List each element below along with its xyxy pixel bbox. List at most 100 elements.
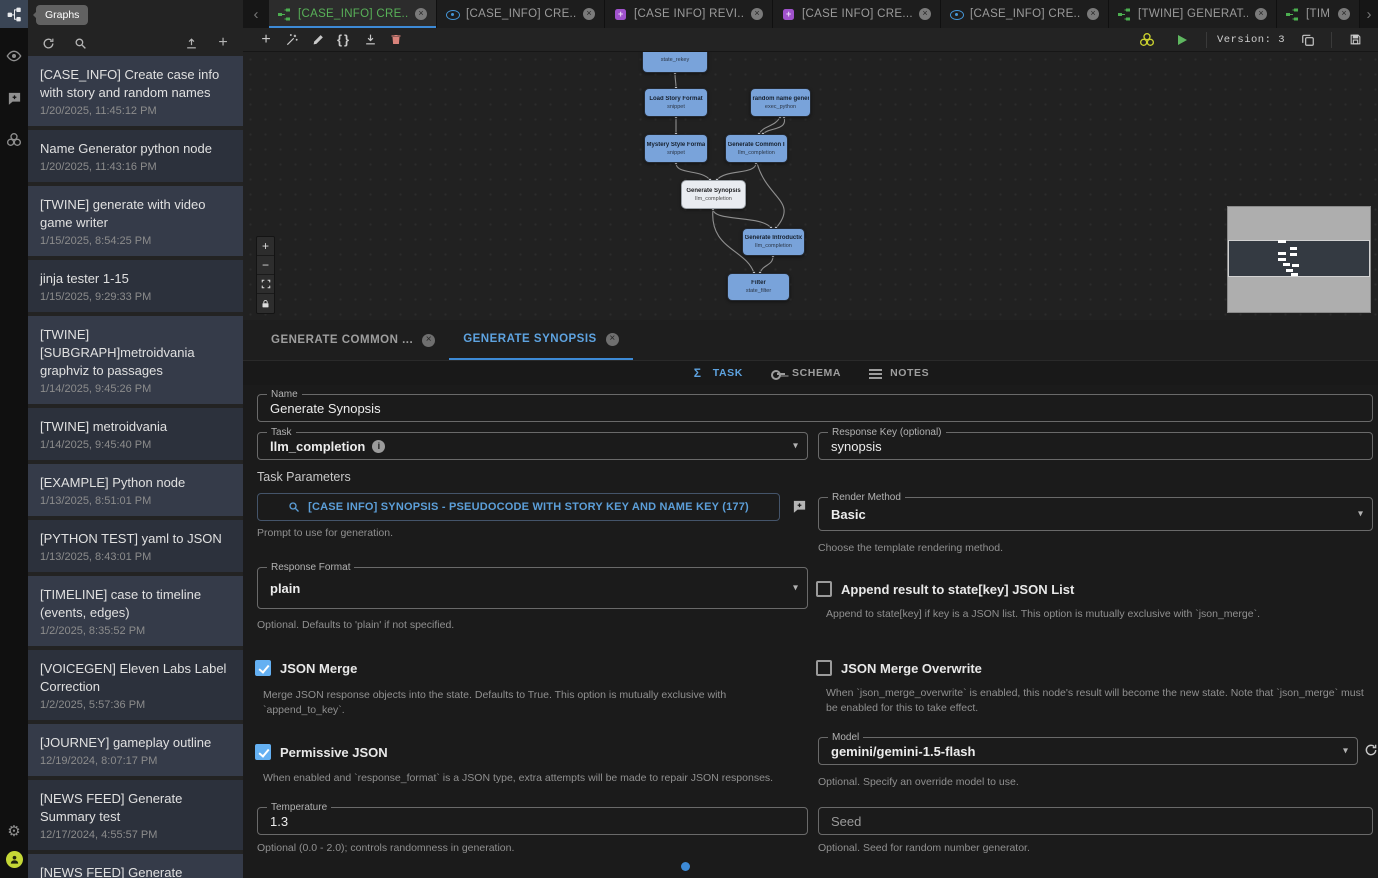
tab-close-icon[interactable]: [1255, 8, 1267, 20]
graph-list-item[interactable]: [CASE_INFO] Create case info with story …: [28, 56, 243, 126]
node-tab-close-icon[interactable]: [422, 334, 435, 347]
seed-placeholder: Seed: [831, 808, 861, 834]
graph-list-item[interactable]: [TWINE][SUBGRAPH]metroidvania graphviz t…: [28, 316, 243, 404]
rail-graphs-button[interactable]: [0, 0, 28, 28]
graph-node[interactable]: Filter state_filter: [727, 273, 790, 301]
upload-icon[interactable]: [183, 35, 199, 51]
tab-close-icon[interactable]: [583, 8, 595, 20]
view-tab[interactable]: TASK: [692, 367, 743, 379]
graph-node[interactable]: Mystery Style Format... snippet: [644, 134, 708, 163]
graph-item-title: [EXAMPLE] Python node: [40, 474, 231, 492]
graph-node[interactable]: Generate Introduction llm_completion: [742, 228, 805, 256]
response-key-field[interactable]: Response Key (optional) synopsis: [818, 432, 1373, 460]
tab-label: [TWINE] GENERAT...: [1138, 8, 1248, 20]
node-tab-close-icon[interactable]: [606, 333, 619, 346]
rail-prompts-button[interactable]: [0, 84, 28, 112]
minimap-node: [1290, 253, 1297, 256]
graph-list-item[interactable]: [PYTHON TEST] yaml to JSON 1/13/2025, 8:…: [28, 520, 243, 572]
graph-item-timestamp: 12/19/2024, 8:07:17 PM: [40, 755, 231, 767]
prompt-new-button[interactable]: [788, 495, 810, 517]
model-refresh-button[interactable]: [1361, 740, 1378, 760]
seed-field[interactable]: Seed: [818, 807, 1373, 835]
graph-node[interactable]: Generate Common Info llm_completion: [725, 134, 788, 163]
tab-label: [CASE_INFO] CRE...: [970, 8, 1080, 20]
document-tab[interactable]: [TWINE] GENERAT...: [1109, 0, 1277, 28]
save-icon[interactable]: [1342, 30, 1368, 50]
app-root: ⚙ Graphs Graphs +: [0, 0, 1378, 878]
json-merge-overwrite-row: JSON Merge Overwrite: [816, 660, 982, 676]
info-icon[interactable]: i: [372, 440, 385, 453]
edit-icon[interactable]: [305, 30, 331, 50]
play-icon[interactable]: [1170, 30, 1196, 50]
fit-view-button[interactable]: [257, 275, 274, 294]
add-graph-icon[interactable]: +: [215, 35, 231, 51]
tab-close-icon[interactable]: [919, 8, 931, 20]
copy-icon[interactable]: [1295, 30, 1321, 50]
view-tab-label: TASK: [713, 367, 743, 379]
graph-list-item[interactable]: [VOICEGEN] Eleven Labs Label Correction …: [28, 650, 243, 720]
caret-down-icon: ▾: [793, 441, 798, 452]
minimap[interactable]: [1228, 207, 1370, 312]
view-tab[interactable]: NOTES: [869, 367, 929, 379]
document-tab[interactable]: [CASE_INFO] CRE...: [941, 0, 1109, 28]
graph-list-item[interactable]: Name Generator python node 1/20/2025, 11…: [28, 130, 243, 182]
node-tab[interactable]: GENERATE SYNOPSIS: [449, 320, 633, 360]
graph-list-item[interactable]: [EXAMPLE] Python node 1/13/2025, 8:51:01…: [28, 464, 243, 516]
graph-node[interactable]: state_rekey: [642, 52, 708, 73]
append-to-key-checkbox[interactable]: [816, 581, 832, 597]
graph-item-timestamp: 1/14/2025, 9:45:26 PM: [40, 383, 231, 395]
graph-node[interactable]: random name genera... exec_python: [750, 88, 811, 117]
graph-node[interactable]: Generate Synopsis llm_completion: [681, 180, 746, 209]
zoom-out-button[interactable]: −: [257, 256, 274, 275]
document-tab[interactable]: [CASE INFO] REVI...: [605, 0, 773, 28]
delete-icon[interactable]: [383, 30, 409, 50]
search-icon[interactable]: [72, 35, 88, 51]
graph-list-item[interactable]: [TWINE] metroidvania 1/14/2025, 9:45:40 …: [28, 408, 243, 460]
graph-list-item[interactable]: [NEWS FEED] Generate Summary 12/17/2024,…: [28, 854, 243, 878]
graph-node[interactable]: Load Story Format snippet: [644, 88, 708, 117]
document-tab[interactable]: [TIMELINE: [1277, 0, 1360, 28]
wand-icon[interactable]: [279, 30, 305, 50]
rail-settings-button[interactable]: ⚙: [0, 817, 28, 845]
tabs-scroll-left[interactable]: ‹: [243, 0, 269, 28]
graph-list-item[interactable]: [TWINE] generate with video game writer …: [28, 186, 243, 256]
name-field[interactable]: Name Generate Synopsis: [257, 394, 1373, 422]
json-braces-icon[interactable]: {}: [331, 30, 357, 50]
knot-run-icon[interactable]: [1134, 30, 1160, 50]
json-merge-overwrite-checkbox[interactable]: [816, 660, 832, 676]
panel-scroll-thumb[interactable]: [681, 862, 690, 871]
tab-close-icon[interactable]: [751, 8, 763, 20]
document-tab[interactable]: [CASE_INFO] CRE...: [437, 0, 605, 28]
seed-helper: Optional. Seed for random number generat…: [818, 841, 1030, 856]
view-tab[interactable]: SCHEMA: [771, 367, 841, 379]
document-tab[interactable]: [CASE_INFO] CRE...: [269, 0, 437, 28]
graph-canvas[interactable]: state_rekey Load Story Format snippet ra…: [243, 52, 1378, 320]
tab-close-icon[interactable]: [1087, 8, 1099, 20]
lock-button[interactable]: [257, 294, 274, 313]
graph-list-item[interactable]: [NEWS FEED] Generate Summary test 12/17/…: [28, 780, 243, 850]
tab-close-icon[interactable]: [1338, 8, 1350, 20]
rail-view-button[interactable]: [0, 42, 28, 70]
graph-list-item[interactable]: [TIMELINE] case to timeline (events, edg…: [28, 576, 243, 646]
document-tab[interactable]: [CASE INFO] CRE...: [773, 0, 941, 28]
tabs-scroll-right[interactable]: ›: [1360, 0, 1378, 28]
permissive-json-checkbox[interactable]: [255, 744, 271, 760]
graph-list-item[interactable]: [JOURNEY] gameplay outline 12/19/2024, 8…: [28, 724, 243, 776]
node-tab[interactable]: GENERATE COMMON ...: [257, 320, 449, 360]
temperature-field[interactable]: Temperature 1.3: [257, 807, 808, 835]
add-node-icon[interactable]: +: [253, 30, 279, 50]
prompt-select-button[interactable]: [CASE INFO] SYNOPSIS - PSEUDOCODE WITH S…: [257, 493, 780, 521]
render-method-select[interactable]: Render Method Basic ▾: [818, 497, 1373, 531]
tab-close-icon[interactable]: [415, 8, 427, 20]
response-format-select[interactable]: Response Format plain ▾: [257, 567, 808, 609]
json-merge-checkbox[interactable]: [255, 660, 271, 676]
user-avatar[interactable]: [6, 851, 23, 868]
zoom-in-button[interactable]: +: [257, 237, 274, 256]
model-select[interactable]: Model gemini/gemini-1.5-flash ▾: [818, 737, 1358, 765]
task-select[interactable]: Task llm_completion i ▾: [257, 432, 808, 460]
refresh-icon[interactable]: [40, 35, 56, 51]
graph-list-item[interactable]: jinja tester 1-15 1/15/2025, 9:29:33 PM: [28, 260, 243, 312]
download-icon[interactable]: [357, 30, 383, 50]
graph-item-title: [VOICEGEN] Eleven Labs Label Correction: [40, 660, 231, 696]
rail-connections-button[interactable]: [0, 126, 28, 154]
